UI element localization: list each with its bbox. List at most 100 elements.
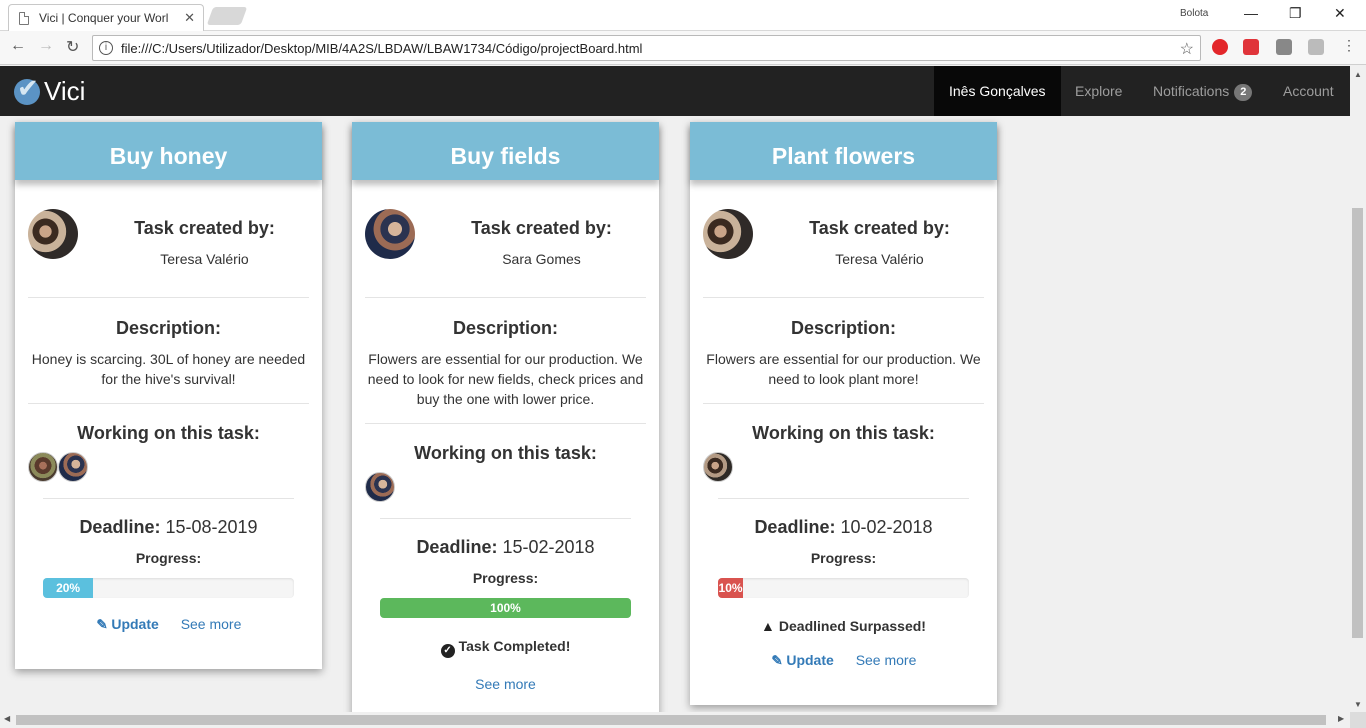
document-icon — [19, 11, 29, 25]
close-tab-icon[interactable]: ✕ — [184, 10, 195, 26]
creator-avatar[interactable] — [703, 209, 753, 259]
scroll-up-icon[interactable]: ▲ — [1354, 70, 1362, 79]
deadline-section: Deadline: 15-02-2018 Progress: 100% ✓ Tas… — [380, 518, 631, 712]
card-actions: ✏Update See more — [718, 650, 969, 705]
warning-icon: ▲ — [761, 618, 775, 634]
worker-avatar[interactable] — [703, 452, 733, 482]
worker-avatar[interactable] — [58, 452, 88, 482]
working-label: Working on this task: — [752, 423, 935, 443]
scroll-left-icon[interactable]: ◀ — [4, 714, 10, 723]
status-text: Deadlined Surpassed! — [778, 618, 926, 634]
deadline-date: 15-08-2019 — [165, 517, 258, 537]
deadline-section: Deadline: 15-08-2019 Progress: 20% ✏Upda… — [43, 498, 294, 669]
progress-bar: 10% — [718, 578, 969, 598]
app-navbar: Vici Inês Gonçalves Explore Notification… — [0, 66, 1350, 116]
creator-section: Task created by: Teresa Valério — [703, 180, 984, 298]
card-actions: See more — [380, 676, 631, 712]
brand[interactable]: Vici — [14, 73, 85, 107]
see-more-link[interactable]: See more — [475, 676, 536, 692]
notifications-label: Notifications — [1153, 83, 1230, 99]
menu-icon[interactable]: ⋮ — [1342, 37, 1356, 54]
creator-name: Teresa Valério — [835, 251, 924, 267]
extension-icon[interactable] — [1276, 39, 1292, 55]
update-button[interactable]: ✏Update — [92, 614, 159, 634]
description-section: Description: Honey is scarcing. 30L of h… — [28, 298, 309, 404]
browser-toolbar: ← → ↻ i file:///C:/Users/Utilizador/Desk… — [0, 31, 1366, 65]
browser-tabstrip: Vici | Conquer your Worl ✕ Bolota — ❐ ✕ — [0, 0, 1366, 31]
horizontal-scrollbar[interactable]: ◀ ▶ — [0, 712, 1350, 728]
vici-logo-icon — [14, 73, 40, 105]
update-label: Update — [786, 652, 834, 668]
task-title[interactable]: Plant flowers — [690, 122, 997, 180]
scroll-right-icon[interactable]: ▶ — [1338, 714, 1344, 723]
opera-extension-icon[interactable] — [1212, 39, 1228, 55]
page-viewport: Vici Inês Gonçalves Explore Notification… — [0, 66, 1350, 712]
back-icon[interactable]: ← — [10, 37, 26, 55]
deadline: Deadline: 10-02-2018 — [718, 517, 969, 538]
forward-icon[interactable]: → — [38, 37, 54, 55]
close-window-icon[interactable]: ✕ — [1334, 5, 1346, 22]
workers-list — [365, 472, 646, 504]
browser-tab[interactable]: Vici | Conquer your Worl ✕ — [8, 4, 204, 31]
vertical-scrollbar[interactable]: ▲ ▼ — [1350, 66, 1366, 712]
description-label: Description: — [115, 318, 221, 338]
status-text: Task Completed! — [458, 638, 571, 654]
description-text: Honey is scarcing. 30L of honey are need… — [31, 351, 306, 387]
deadline: Deadline: 15-02-2018 — [380, 537, 631, 558]
task-completed-status: ✓ Task Completed! — [380, 638, 631, 658]
see-more-link[interactable]: See more — [181, 616, 242, 632]
worker-avatar[interactable] — [365, 472, 395, 502]
working-label: Working on this task: — [414, 443, 597, 463]
deadline: Deadline: 15-08-2019 — [43, 517, 294, 538]
deadline-date: 10-02-2018 — [840, 517, 933, 537]
profile-name[interactable]: Bolota — [1180, 8, 1208, 19]
creator-section: Task created by: Teresa Valério — [28, 180, 309, 298]
drive-icon[interactable] — [1308, 39, 1324, 55]
new-tab-button[interactable] — [206, 7, 248, 25]
workers-section: Working on this task: — [703, 404, 984, 484]
reload-icon[interactable]: ↻ — [66, 37, 79, 57]
workers-list — [28, 452, 309, 484]
scrollbar-corner — [1350, 712, 1366, 728]
deadline-label: Deadline: — [416, 537, 498, 557]
url-text: file:///C:/Users/Utilizador/Desktop/MIB/… — [121, 40, 643, 56]
nav-account[interactable]: Account — [1268, 66, 1349, 116]
tab-title: Vici | Conquer your Worl — [39, 11, 169, 25]
description-section: Description: Flowers are essential for o… — [703, 298, 984, 404]
task-card: Buy honey Task created by: Teresa Valéri… — [15, 122, 322, 669]
progress-bar: 100% — [380, 598, 631, 618]
update-label: Update — [111, 616, 159, 632]
workers-section: Working on this task: — [28, 404, 309, 484]
minimize-icon[interactable]: — — [1244, 5, 1258, 21]
workers-list — [703, 452, 984, 484]
restore-icon[interactable]: ❐ — [1289, 5, 1302, 22]
progress-fill: 20% — [43, 578, 94, 598]
pencil-icon: ✏ — [767, 650, 787, 670]
creator-label: Task created by: — [134, 218, 275, 238]
scroll-down-icon[interactable]: ▼ — [1354, 700, 1362, 709]
task-title[interactable]: Buy honey — [15, 122, 322, 180]
creator-avatar[interactable] — [365, 209, 415, 259]
vertical-scroll-thumb[interactable] — [1352, 208, 1363, 638]
address-bar[interactable]: i file:///C:/Users/Utilizador/Desktop/MI… — [92, 35, 1201, 61]
check-circle-icon: ✓ — [440, 644, 455, 658]
horizontal-scroll-thumb[interactable] — [16, 715, 1326, 725]
task-title[interactable]: Buy fields — [352, 122, 659, 180]
nav-explore[interactable]: Explore — [1060, 66, 1137, 116]
creator-name: Teresa Valério — [160, 251, 249, 267]
extension-icon[interactable] — [1243, 39, 1259, 55]
info-icon[interactable]: i — [99, 41, 113, 55]
progress-fill: 100% — [380, 598, 631, 618]
nav-notifications[interactable]: Notifications 2 — [1138, 66, 1267, 116]
task-card: Buy fields Task created by: Sara Gomes D… — [352, 122, 659, 712]
see-more-link[interactable]: See more — [856, 652, 917, 668]
nav-user[interactable]: Inês Gonçalves — [934, 66, 1061, 116]
creator-label: Task created by: — [809, 218, 950, 238]
progress-bar: 20% — [43, 578, 294, 598]
creator-label: Task created by: — [471, 218, 612, 238]
worker-avatar[interactable] — [28, 452, 58, 482]
bookmark-star-icon[interactable]: ☆ — [1180, 39, 1194, 59]
update-button[interactable]: ✏Update — [767, 650, 834, 670]
deadline-surpassed-status: ▲ Deadlined Surpassed! — [718, 618, 969, 634]
creator-avatar[interactable] — [28, 209, 78, 259]
